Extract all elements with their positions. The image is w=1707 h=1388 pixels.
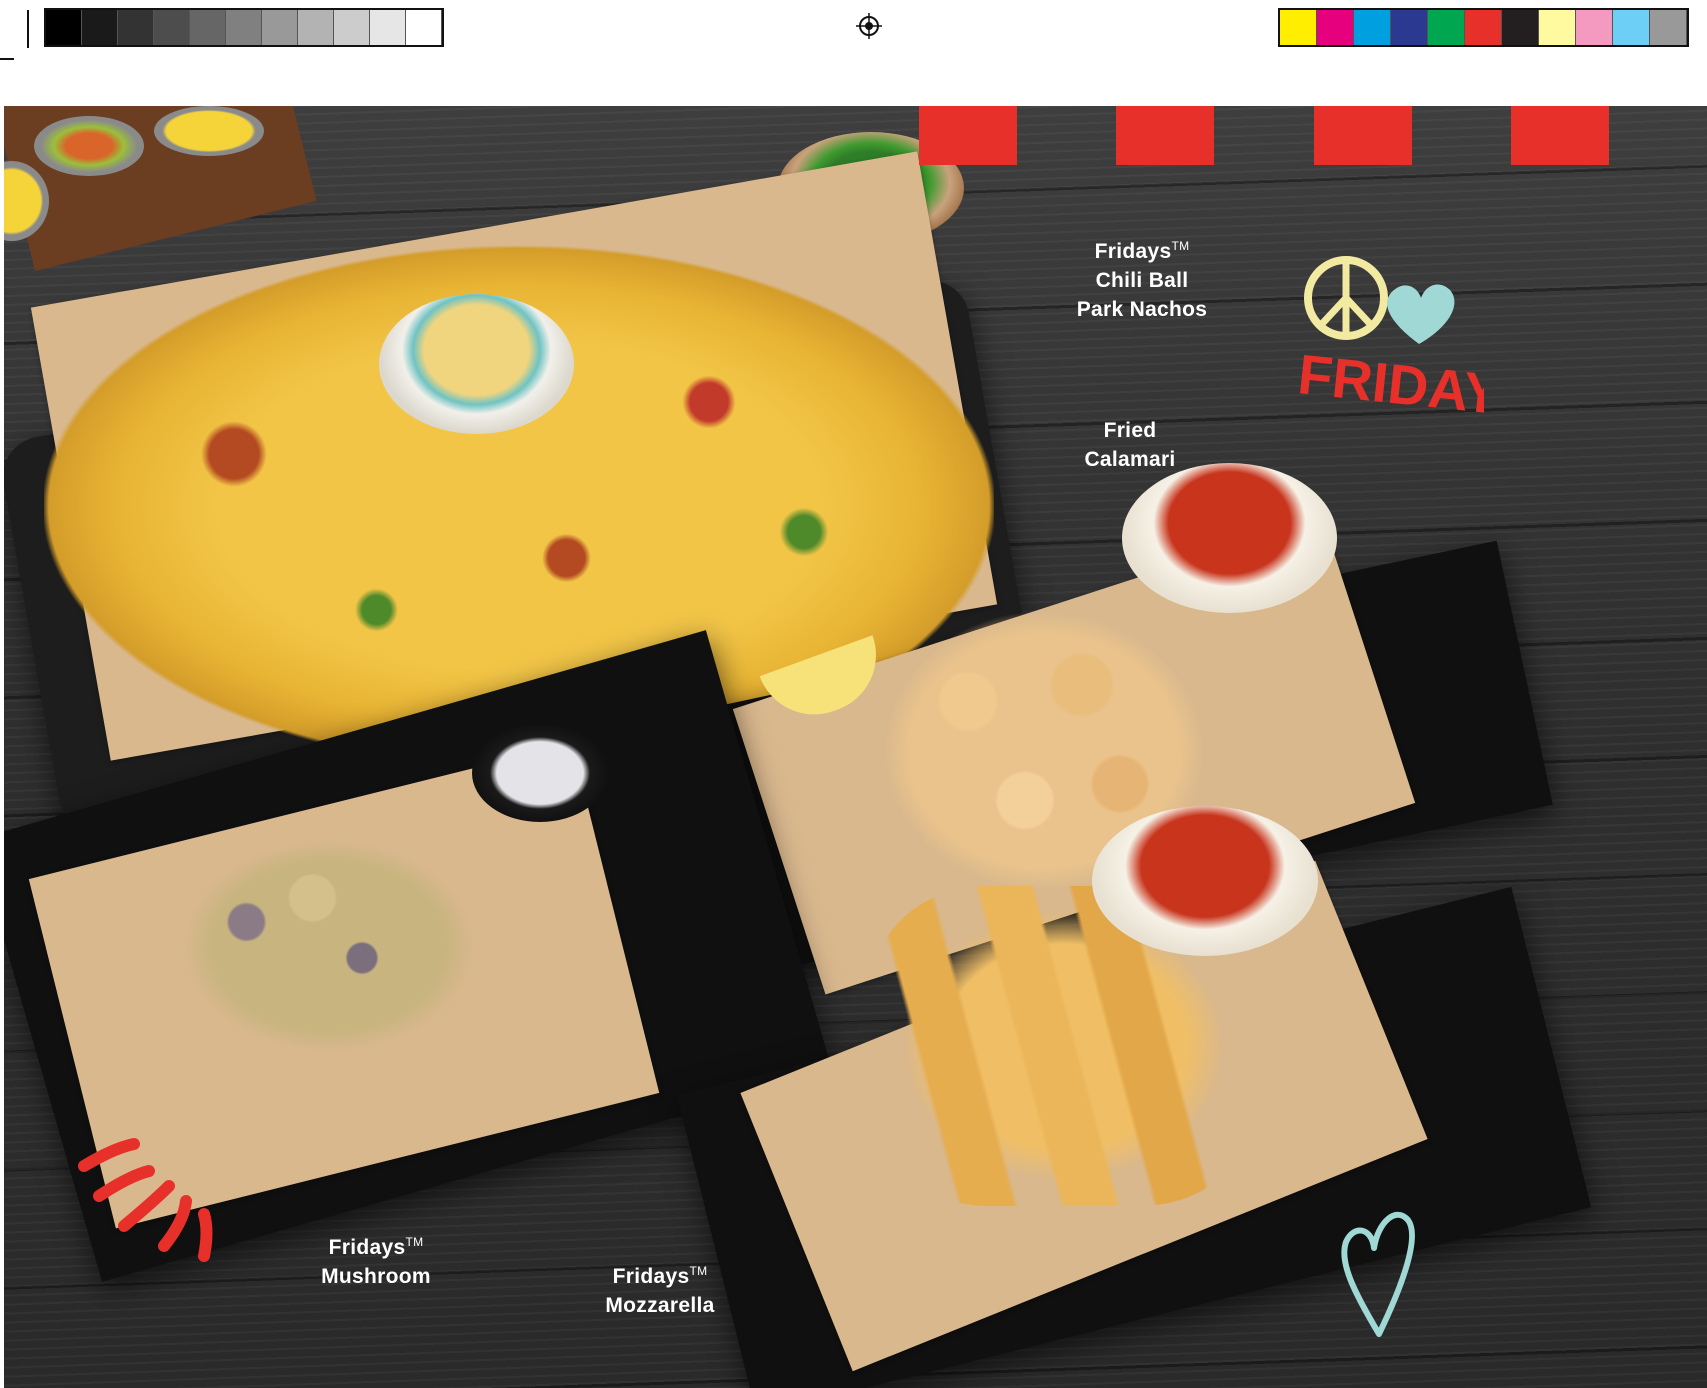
red-square-4 — [1511, 106, 1609, 165]
color-swatch — [1354, 10, 1391, 45]
item-name-line2: Mozzarella — [605, 1294, 715, 1317]
heart-icon — [1387, 284, 1455, 344]
gray-swatch — [226, 10, 262, 45]
crop-mark — [27, 10, 29, 48]
red-square-2 — [1116, 106, 1214, 165]
cheese-dip-bowl — [379, 294, 574, 434]
ranch-dip-bowl — [472, 724, 608, 822]
gray-swatch — [82, 10, 118, 45]
label-fridays-mozzarella: FridaysTM Mozzarella — [590, 1257, 730, 1320]
gray-swatch — [298, 10, 334, 45]
crop-mark — [0, 58, 14, 60]
color-swatch — [1613, 10, 1650, 45]
grayscale-color-bar — [44, 8, 444, 47]
gray-swatch — [46, 10, 82, 45]
item-name-line1: Fridays — [1094, 240, 1172, 263]
trademark-symbol: TM — [689, 1264, 708, 1278]
item-name-line1: Fried — [1103, 419, 1157, 442]
color-swatch — [1391, 10, 1428, 45]
marinara-ramekin — [1092, 806, 1318, 956]
corn-ramekin — [154, 106, 264, 156]
gray-swatch — [190, 10, 226, 45]
color-swatch — [1650, 10, 1687, 45]
color-swatch — [1539, 10, 1576, 45]
trademark-symbol: TM — [405, 1235, 424, 1249]
color-swatch — [1502, 10, 1539, 45]
friday-sticker-text: FRIDAY — [1295, 342, 1484, 426]
label-fried-calamari: Fried Calamari — [1060, 416, 1200, 474]
color-swatch — [1428, 10, 1465, 45]
mushroom-pile — [164, 826, 494, 1066]
item-name-line2: Mushroom — [321, 1265, 431, 1288]
item-name-line2: Calamari — [1084, 448, 1176, 471]
label-chili-ball-park-nachos: FridaysTM Chili Ball Park Nachos — [1062, 232, 1222, 324]
red-square-1 — [919, 106, 1017, 165]
item-name-line1: Fridays — [612, 1265, 690, 1288]
marinara-ramekin — [1122, 463, 1337, 613]
salsa-ramekin — [34, 116, 144, 176]
color-swatch — [1317, 10, 1354, 45]
gray-swatch — [370, 10, 406, 45]
registration-mark-icon — [856, 13, 882, 39]
peace-heart-sticker: FRIDAY — [1295, 256, 1484, 426]
gray-swatch — [118, 10, 154, 45]
gray-swatch — [262, 10, 298, 45]
food-photo: FRIDAY — [4, 106, 1707, 1388]
color-swatch — [1576, 10, 1613, 45]
color-swatch — [1280, 10, 1317, 45]
color-swatch — [1465, 10, 1502, 45]
item-name-line3: Park Nachos — [1076, 298, 1208, 321]
item-name-line2: Chili Ball — [1095, 269, 1189, 292]
red-brush-strokes — [78, 1138, 213, 1262]
gray-swatch — [406, 10, 442, 45]
label-fridays-mushroom: FridaysTM Mushroom — [306, 1228, 446, 1291]
trademark-symbol: TM — [1171, 239, 1190, 253]
gray-swatch — [334, 10, 370, 45]
process-color-bar — [1278, 8, 1689, 47]
red-square-3 — [1314, 106, 1412, 165]
heart-doodle-icon — [1341, 1211, 1416, 1337]
gray-swatch — [154, 10, 190, 45]
item-name-line1: Fridays — [328, 1236, 406, 1259]
